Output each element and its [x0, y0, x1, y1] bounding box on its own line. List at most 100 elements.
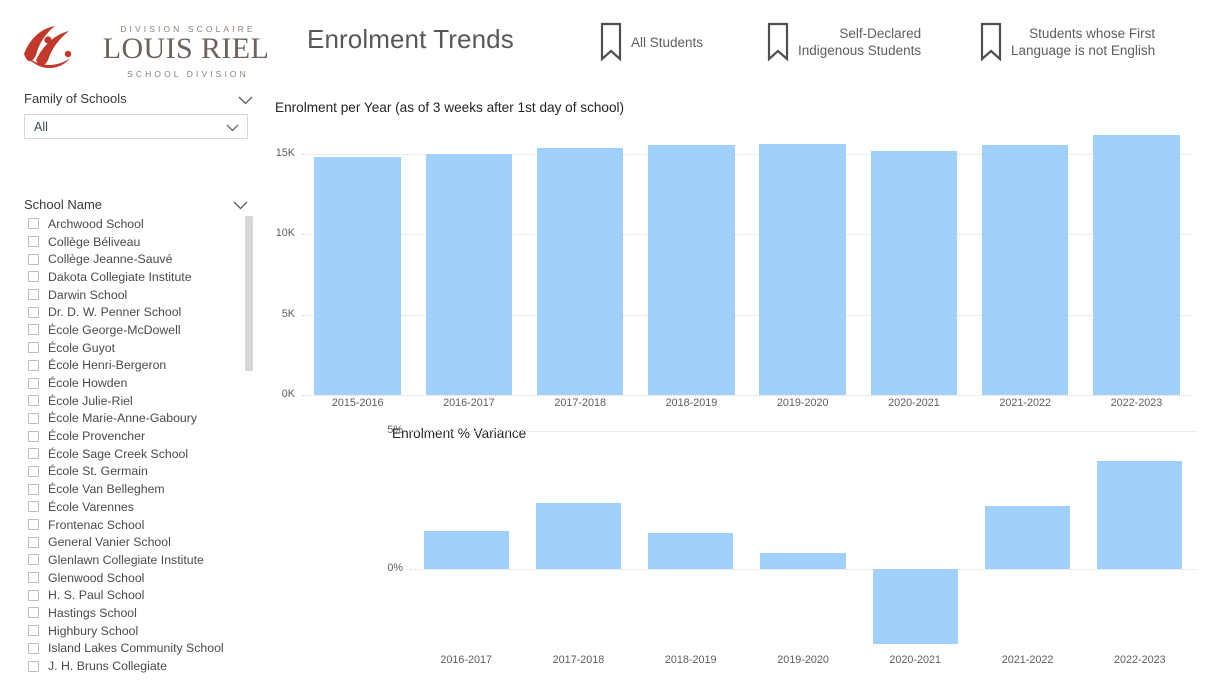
list-item[interactable]: Island Lakes Community School [24, 640, 248, 658]
list-item[interactable]: École Howden [24, 374, 248, 392]
list-item[interactable]: Hastings School [24, 604, 248, 622]
checkbox-icon[interactable] [28, 377, 39, 389]
list-item[interactable]: École Varennes [24, 498, 248, 516]
enrolment-variance-chart[interactable]: 0% 5% 2016-2017 2017-2018 2018-2019 2019-2020… [380, 420, 1198, 675]
list-item-label: Island Lakes Community School [48, 641, 224, 656]
checkbox-icon[interactable] [28, 642, 39, 654]
checkbox-icon[interactable] [28, 660, 39, 672]
checkbox-icon[interactable] [28, 501, 39, 513]
x-axis-tick-label: 2017-2018 [554, 397, 606, 409]
chevron-down-icon[interactable] [233, 201, 248, 210]
checkbox-icon[interactable] [28, 289, 39, 301]
list-item[interactable]: École Henri-Bergeron [24, 357, 248, 375]
list-item[interactable]: École Guyot [24, 339, 248, 357]
family-of-schools-value: All [34, 120, 48, 134]
y-axis-tick-label: 15K [275, 146, 295, 159]
chevron-down-icon[interactable] [226, 124, 239, 132]
bar[interactable] [760, 552, 846, 570]
page-header: DIVISION SCOLAIRE LOUIS RIEL SCHOOL DIVI… [0, 0, 1205, 86]
checkbox-icon[interactable] [28, 465, 39, 477]
bookmark-icon [980, 22, 1002, 62]
list-item-label: H. S. Paul School [48, 588, 145, 603]
list-item-label: École Julie-Riel [48, 393, 133, 408]
list-item[interactable]: H. S. Paul School [24, 586, 248, 604]
list-item[interactable]: Glenwood School [24, 569, 248, 587]
x-axis-tick-label: 2019-2020 [777, 654, 829, 666]
list-item-label: École Howden [48, 376, 128, 391]
bar[interactable] [1093, 135, 1180, 395]
bookmark-label: Students whose First Language is not Eng… [1011, 26, 1156, 58]
bar[interactable] [759, 143, 846, 395]
bar[interactable] [1097, 461, 1183, 570]
family-of-schools-select[interactable]: All [24, 114, 248, 139]
x-axis-tick-label: 2021-2022 [999, 397, 1051, 409]
bar[interactable] [425, 153, 513, 395]
bar[interactable] [314, 157, 401, 395]
list-item-label: École Sage Creek School [48, 446, 189, 461]
list-item[interactable]: Archwood School [24, 215, 248, 233]
list-item[interactable]: Glenlawn Collegiate Institute [24, 551, 248, 569]
list-item-label: École Provencher [48, 429, 146, 444]
list-item[interactable]: École Sage Creek School [24, 445, 248, 463]
bar[interactable] [648, 533, 734, 570]
school-list-scrollbar-thumb[interactable] [245, 216, 253, 371]
list-item[interactable]: École George-McDowell [24, 321, 248, 339]
bar[interactable] [981, 145, 1069, 395]
bar[interactable] [536, 148, 624, 395]
checkbox-icon[interactable] [28, 324, 39, 336]
checkbox-icon[interactable] [28, 589, 39, 601]
checkbox-icon[interactable] [28, 519, 39, 531]
checkbox-icon[interactable] [28, 572, 39, 584]
checkbox-icon[interactable] [28, 395, 39, 407]
x-axis-tick-label: 2021-2022 [1001, 654, 1054, 666]
checkbox-icon[interactable] [28, 554, 39, 566]
bar[interactable] [648, 145, 735, 396]
y-axis-tick-label: 5% [387, 424, 403, 437]
list-item[interactable]: Frontenac School [24, 516, 248, 534]
list-item-label: École St. Germain [48, 464, 148, 479]
list-item[interactable]: Collège Béliveau [24, 233, 248, 251]
list-item[interactable]: Collège Jeanne-Sauvé [24, 250, 248, 268]
list-item[interactable]: Dr. D. W. Penner School [24, 303, 248, 321]
bar[interactable] [984, 505, 1071, 570]
checkbox-icon[interactable] [28, 412, 39, 424]
list-item-label: Collège Béliveau [48, 234, 141, 249]
checkbox-icon[interactable] [28, 359, 39, 371]
list-item[interactable]: École Van Belleghem [24, 480, 248, 498]
list-item[interactable]: Highbury School [24, 622, 248, 640]
checkbox-icon[interactable] [28, 218, 39, 230]
list-item-label: J. H. Bruns Collegiate [48, 659, 167, 674]
list-item[interactable]: Dakota Collegiate Institute [24, 268, 248, 286]
checkbox-icon[interactable] [28, 430, 39, 442]
list-item[interactable]: École Provencher [24, 427, 248, 445]
bar[interactable] [870, 150, 958, 395]
checkbox-icon[interactable] [28, 607, 39, 619]
list-item[interactable]: École Julie-Riel [24, 392, 248, 410]
checkbox-icon[interactable] [28, 625, 39, 637]
list-item[interactable]: Darwin School [24, 286, 248, 304]
list-item[interactable]: J. H. Bruns Collegiate [24, 657, 248, 675]
checkbox-icon[interactable] [28, 342, 39, 354]
list-item[interactable]: École Marie-Anne-Gaboury [24, 410, 248, 428]
bar[interactable] [872, 569, 958, 644]
checkbox-icon[interactable] [28, 236, 39, 248]
checkbox-icon[interactable] [28, 271, 39, 283]
bookmark-first-language-not-english[interactable]: Students whose First Language is not Eng… [978, 18, 1155, 66]
enrolment-per-year-chart[interactable]: 0K 5K 10K 15K 2015-2016 2016-2017 2017-2018 201… [272, 125, 1192, 415]
list-item-label: École Henri-Bergeron [48, 358, 167, 373]
checkbox-icon[interactable] [28, 306, 39, 318]
x-axis-tick-label: 2017-2018 [552, 654, 605, 666]
list-item[interactable]: École St. Germain [24, 463, 248, 481]
checkbox-icon[interactable] [28, 483, 39, 495]
checkbox-icon[interactable] [28, 536, 39, 548]
chevron-down-icon[interactable] [238, 96, 253, 105]
list-item[interactable]: General Vanier School [24, 533, 248, 551]
logo-mark-icon [24, 26, 72, 68]
school-name-list[interactable]: Archwood School Collège Béliveau Collège J… [24, 215, 248, 681]
bar[interactable] [423, 530, 509, 570]
checkbox-icon[interactable] [28, 448, 39, 460]
bar[interactable] [535, 502, 622, 570]
bookmark-self-declared-indigenous-students[interactable]: Self-Declared Indigenous Students [765, 18, 921, 66]
bookmark-all-students[interactable]: All Students [598, 18, 703, 66]
checkbox-icon[interactable] [28, 253, 39, 265]
